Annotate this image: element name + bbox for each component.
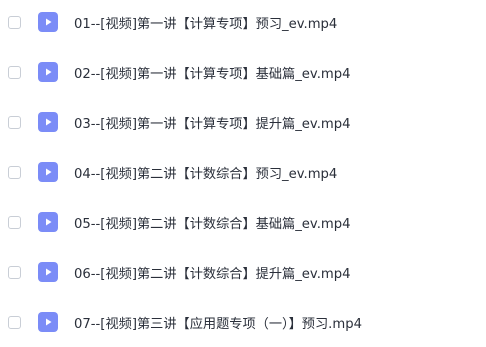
file-name[interactable]: 06--[视频]第二讲【计数综合】提升篇_ev.mp4 — [74, 263, 351, 282]
file-row[interactable]: 05--[视频]第二讲【计数综合】基础篇_ev.mp4 — [0, 197, 486, 247]
file-name[interactable]: 02--[视频]第一讲【计算专项】基础篇_ev.mp4 — [74, 63, 351, 82]
row-checkbox[interactable] — [8, 215, 21, 229]
video-file-icon — [38, 212, 58, 232]
file-name[interactable]: 01--[视频]第一讲【计算专项】预习_ev.mp4 — [74, 13, 337, 32]
file-row[interactable]: 06--[视频]第二讲【计数综合】提升篇_ev.mp4 — [0, 247, 486, 297]
file-name[interactable]: 03--[视频]第一讲【计算专项】提升篇_ev.mp4 — [74, 113, 351, 132]
video-file-icon — [38, 112, 58, 132]
file-name[interactable]: 05--[视频]第二讲【计数综合】基础篇_ev.mp4 — [74, 213, 351, 232]
file-row[interactable]: 01--[视频]第一讲【计算专项】预习_ev.mp4 — [0, 0, 486, 47]
file-row[interactable]: 07--[视频]第三讲【应用题专项（一）】预习.mp4 — [0, 297, 486, 347]
row-checkbox[interactable] — [8, 115, 21, 129]
file-name[interactable]: 07--[视频]第三讲【应用题专项（一）】预习.mp4 — [74, 313, 362, 332]
row-checkbox[interactable] — [8, 315, 21, 329]
file-row[interactable]: 04--[视频]第二讲【计数综合】预习_ev.mp4 — [0, 147, 486, 197]
video-file-icon — [38, 262, 58, 282]
file-list: 01--[视频]第一讲【计算专项】预习_ev.mp4 02--[视频]第一讲【计… — [0, 0, 486, 332]
video-file-icon — [38, 312, 58, 332]
video-file-icon — [38, 62, 58, 82]
file-row[interactable]: 03--[视频]第一讲【计算专项】提升篇_ev.mp4 — [0, 97, 486, 147]
file-row[interactable]: 02--[视频]第一讲【计算专项】基础篇_ev.mp4 — [0, 47, 486, 97]
row-checkbox[interactable] — [8, 65, 21, 79]
video-file-icon — [38, 162, 58, 182]
row-checkbox[interactable] — [8, 165, 21, 179]
row-checkbox[interactable] — [8, 265, 21, 279]
row-checkbox[interactable] — [8, 15, 21, 29]
video-file-icon — [38, 12, 58, 32]
file-name[interactable]: 04--[视频]第二讲【计数综合】预习_ev.mp4 — [74, 163, 337, 182]
